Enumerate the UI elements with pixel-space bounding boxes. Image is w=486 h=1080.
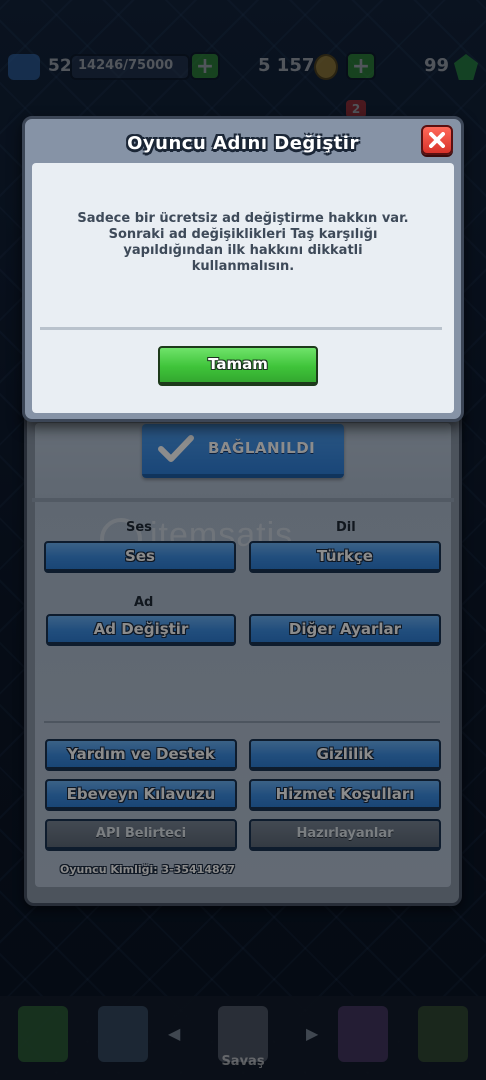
ok-button[interactable]: Tamam [158, 346, 318, 386]
dialog-title: Oyuncu Adını Değiştir [127, 133, 359, 154]
change-name-dialog: Oyuncu Adını Değiştir Sadece bir ücretsi… [22, 116, 464, 422]
close-button[interactable] [421, 125, 453, 155]
dialog-message: Sadece bir ücretsiz ad değiştirme hakkın… [77, 211, 409, 274]
dialog-divider [40, 327, 442, 330]
close-icon [429, 132, 445, 148]
dialog-body: Sadece bir ücretsiz ad değiştirme hakkın… [32, 163, 454, 413]
